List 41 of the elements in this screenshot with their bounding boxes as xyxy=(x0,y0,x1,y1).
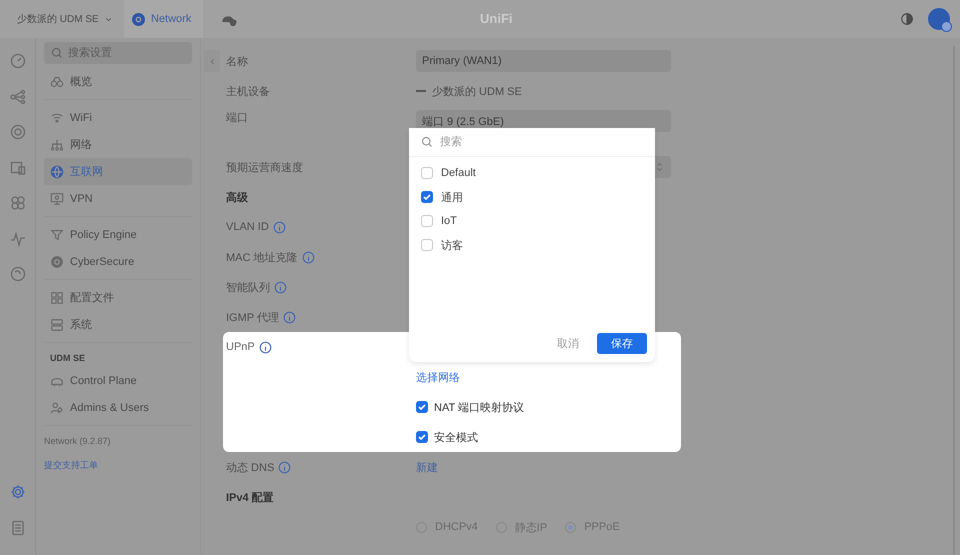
sidebar-item[interactable]: WiFi xyxy=(44,104,192,131)
field-label: IGMP 代理 xyxy=(226,310,279,324)
section-heading: IPv4 配置 xyxy=(226,490,274,504)
section-title: UDM SE xyxy=(49,352,86,365)
app-tab[interactable]: Network xyxy=(124,0,204,38)
sidebar-item[interactable]: Admins & Users xyxy=(44,394,192,421)
field-label: 动态 DNS xyxy=(226,460,274,474)
checkbox-label: 安全模式 xyxy=(434,430,478,444)
field-label: 智能队列 xyxy=(226,280,270,294)
field-label: MAC 地址克隆 xyxy=(226,250,298,264)
version-text: Network (9.2.87) xyxy=(44,435,112,446)
sidebar-item[interactable]: 系统 xyxy=(44,311,192,338)
name-field[interactable]: Primary (WAN1) xyxy=(416,50,671,72)
field-label: 主机设备 xyxy=(226,84,270,98)
create-link[interactable]: 新建 xyxy=(416,460,438,474)
option-label: Default xyxy=(441,167,476,179)
sidebar-item[interactable]: Policy Engine xyxy=(44,221,192,248)
option-label: 通用 xyxy=(441,190,463,204)
section-heading: 高级 xyxy=(226,190,248,204)
field-label: 端口 xyxy=(226,111,248,125)
cancel-button[interactable]: 取消 xyxy=(551,335,585,352)
support-link[interactable]: 提交支持工单 xyxy=(44,446,192,472)
sidebar-item[interactable]: VPN xyxy=(44,185,192,212)
sidebar-item[interactable]: 网络 xyxy=(44,131,192,158)
field-label: VLAN ID xyxy=(226,221,269,233)
site-name[interactable]: 少数派的 UDM SE xyxy=(17,12,99,26)
option-label: IoT xyxy=(441,215,457,227)
option-label: 访客 xyxy=(441,238,463,252)
sidebar-item[interactable]: Control Plane xyxy=(44,367,192,394)
checkbox-label: NAT 端口映射协议 xyxy=(434,400,524,414)
field-label: 预期运营商速度 xyxy=(226,160,303,174)
sidebar-item[interactable]: 概览 xyxy=(44,68,192,95)
device-name: 少数派的 UDM SE xyxy=(432,84,522,98)
search-field[interactable]: 搜索 xyxy=(409,128,655,156)
sidebar-item[interactable]: 互联网 xyxy=(44,158,192,185)
select-network-link[interactable]: 选择网络 xyxy=(416,370,460,384)
sidebar-item[interactable]: 配置文件 xyxy=(44,284,192,311)
field-label: UPnP xyxy=(226,341,255,353)
field-label: 名称 xyxy=(226,54,248,68)
sidebar-item[interactable]: CyberSecure xyxy=(44,248,192,275)
save-button[interactable]: 保存 xyxy=(597,333,647,354)
